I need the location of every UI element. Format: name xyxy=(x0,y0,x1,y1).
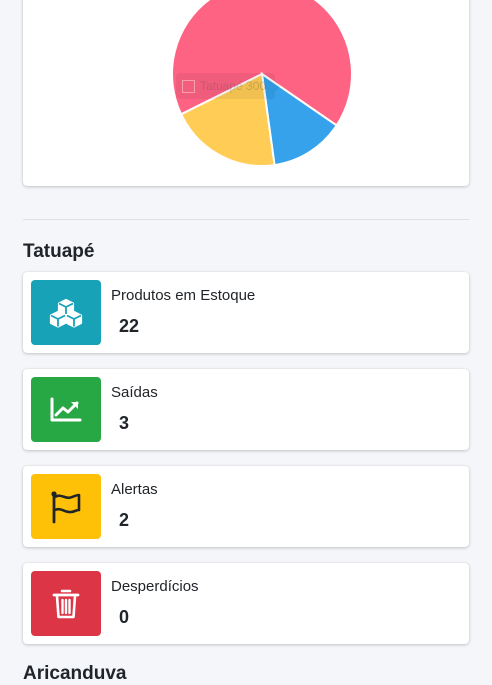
info-box-label: Desperdícios xyxy=(111,578,199,595)
chart-card: Tatuapé 300 xyxy=(23,0,469,186)
section-title-tatuape: Tatuapé xyxy=(23,241,95,262)
tooltip-swatch xyxy=(182,79,195,93)
info-box-alertas[interactable]: Alertas 2 xyxy=(23,466,469,547)
chart-line-icon xyxy=(50,397,82,421)
info-box-value: 2 xyxy=(119,510,130,530)
info-box-label: Produtos em Estoque xyxy=(111,287,256,304)
trash-icon xyxy=(52,589,80,618)
info-box-label: Saídas xyxy=(111,384,158,401)
tooltip-value: 300 xyxy=(246,79,267,93)
info-box-desperdicios[interactable]: Desperdícios 0 xyxy=(23,563,469,644)
info-box-saidas[interactable]: Saídas 3 xyxy=(23,369,469,450)
flag-icon xyxy=(51,490,81,523)
info-box-label: Alertas xyxy=(111,481,158,498)
info-icon-bg xyxy=(31,377,101,442)
section-divider xyxy=(23,219,469,220)
info-box-value: 22 xyxy=(119,316,140,336)
chart-tooltip: Tatuapé 300 xyxy=(176,73,282,99)
info-icon-bg xyxy=(31,474,101,539)
cubes-icon xyxy=(49,298,83,328)
tooltip-label: Tatuapé xyxy=(200,79,243,93)
section-title-aricanduva: Aricanduva xyxy=(23,663,127,684)
info-box-value: 0 xyxy=(119,607,130,627)
info-box-value: 3 xyxy=(119,413,130,433)
info-icon-bg xyxy=(31,280,101,345)
info-box-estoque[interactable]: Produtos em Estoque 22 xyxy=(23,272,469,353)
info-icon-bg xyxy=(31,571,101,636)
